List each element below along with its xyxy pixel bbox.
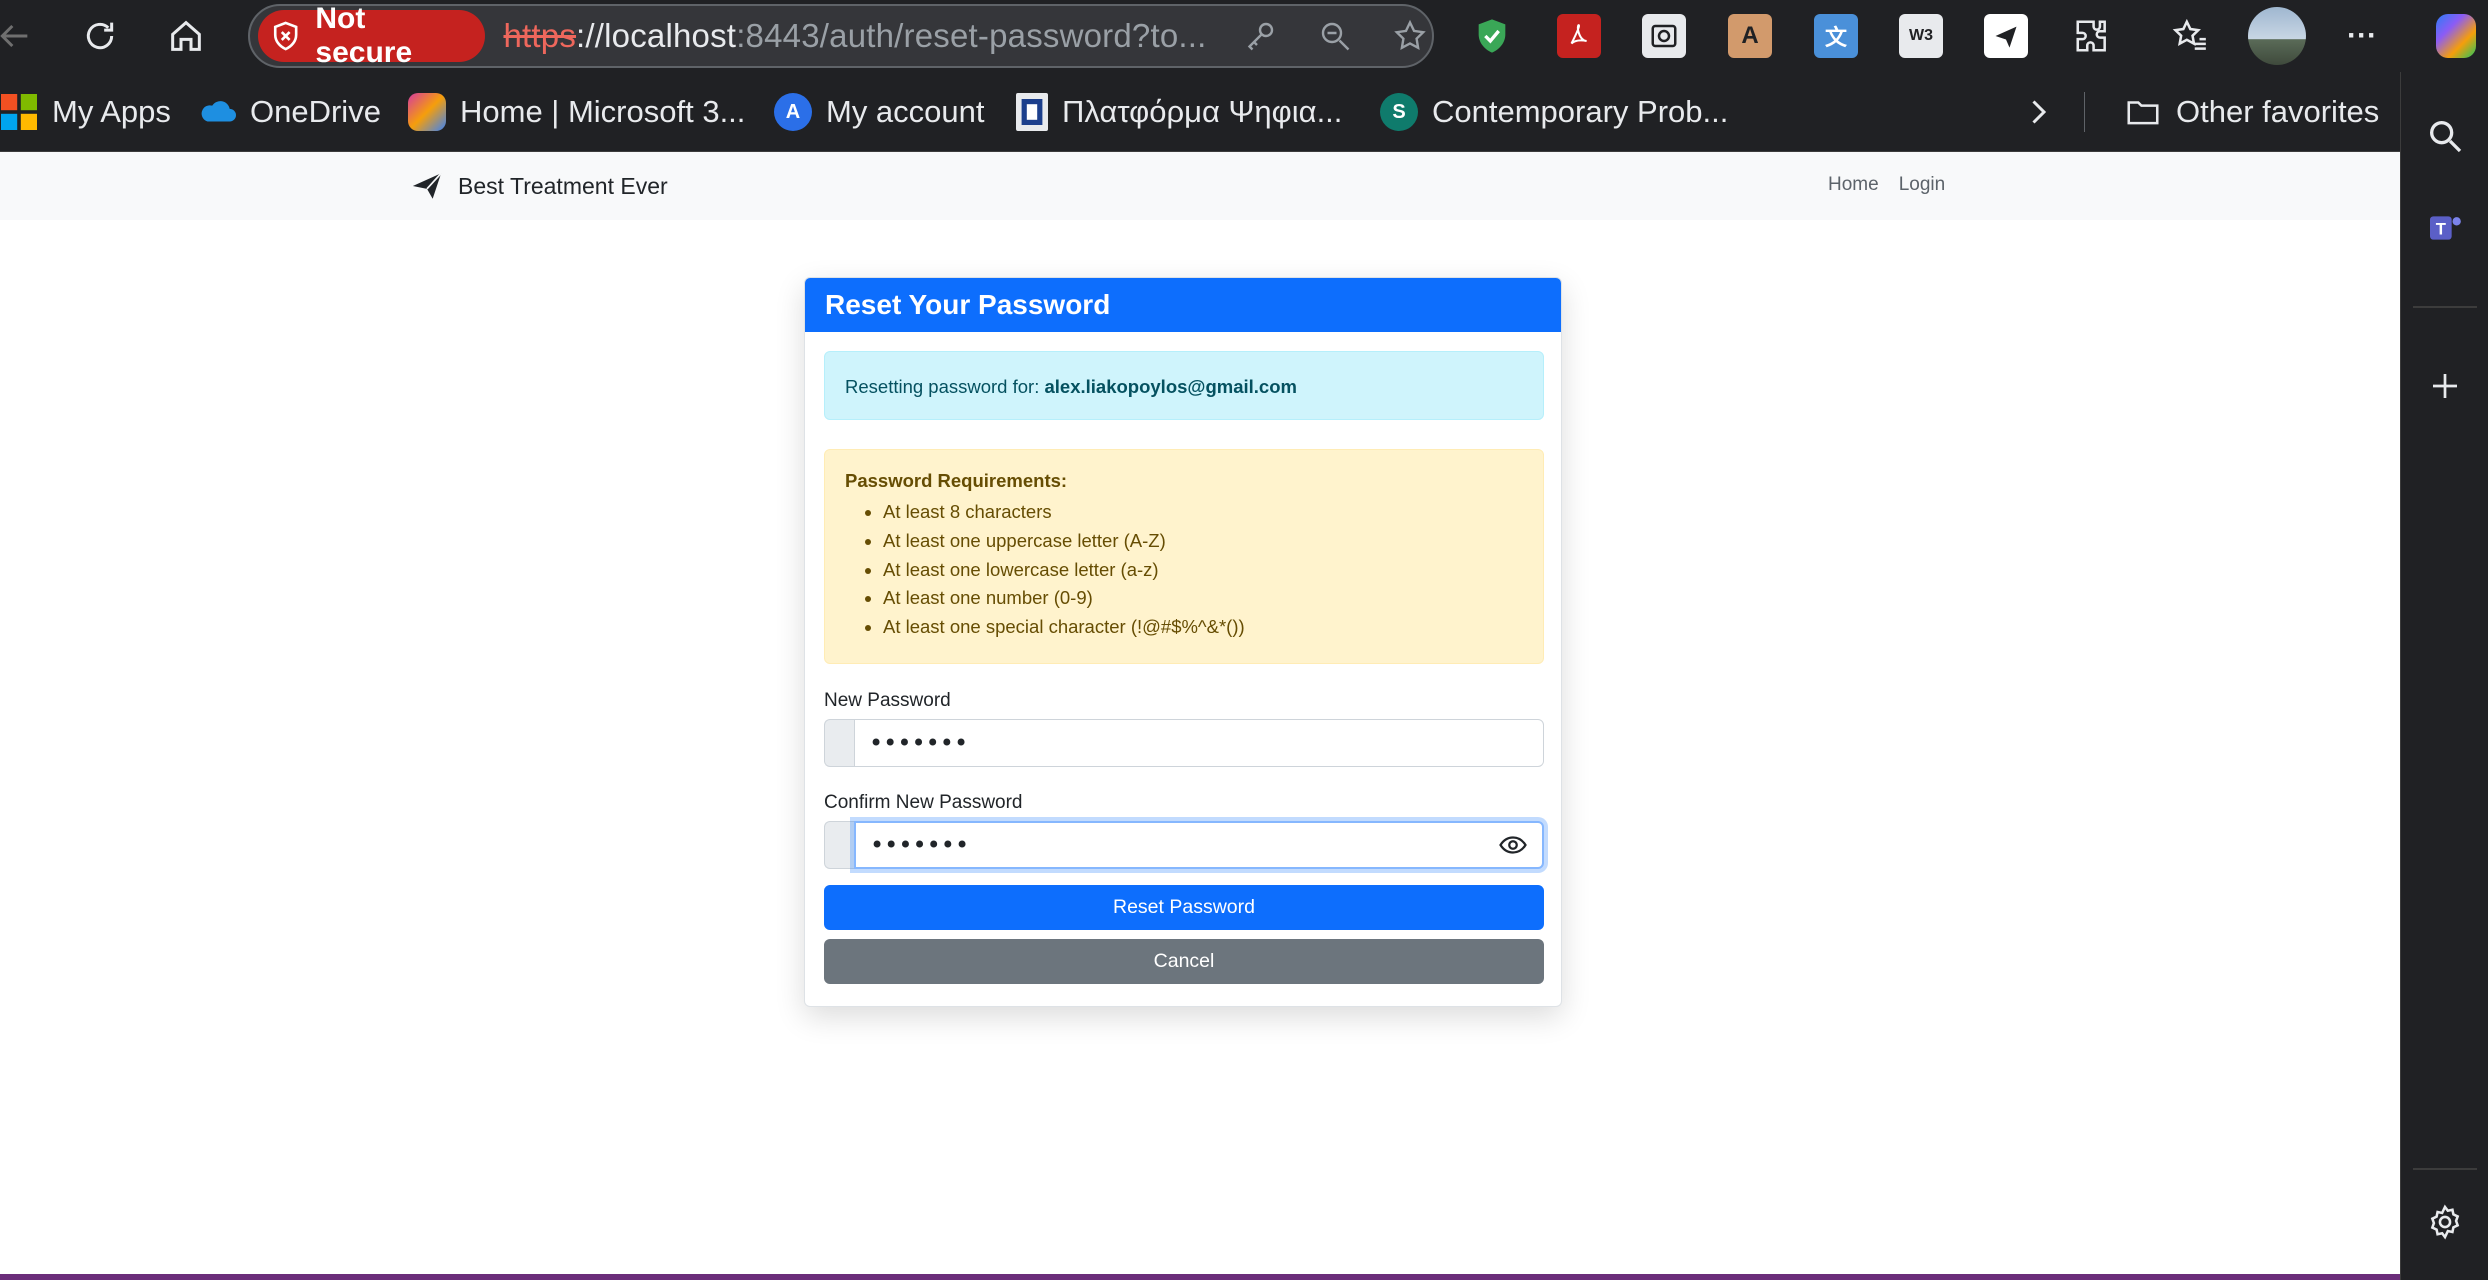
nav-link-home[interactable]: Home xyxy=(1828,174,1879,196)
favorite-star-icon[interactable] xyxy=(1389,14,1432,58)
browser-sidebar: T xyxy=(2400,72,2488,1280)
requirement-item: At least one number (0-9) xyxy=(883,584,1523,613)
new-password-group: ••••••• xyxy=(824,719,1544,767)
translate-extension-icon[interactable]: 文 xyxy=(1814,14,1858,58)
brand[interactable]: Best Treatment Ever xyxy=(410,166,668,206)
requirement-item: At least one uppercase letter (A-Z) xyxy=(883,527,1523,556)
microsoft365-icon xyxy=(408,93,446,131)
web-page: Best Treatment Ever Home Login Reset You… xyxy=(0,152,2400,1274)
requirement-item: At least one lowercase letter (a-z) xyxy=(883,556,1523,585)
new-password-addon xyxy=(824,719,854,767)
requirements-list: At least 8 characters At least one upper… xyxy=(883,498,1523,642)
shield-x-icon xyxy=(273,21,298,51)
requirements-title: Password Requirements: xyxy=(845,470,1068,491)
reset-password-button[interactable]: Reset Password xyxy=(824,885,1544,930)
url-text[interactable]: https://localhost:8443/auth/reset-passwo… xyxy=(503,17,1230,55)
sharepoint-icon: S xyxy=(1380,93,1418,131)
new-password-label: New Password xyxy=(824,690,951,711)
pdf-extension-icon[interactable] xyxy=(1557,14,1601,58)
sidebar-separator xyxy=(2413,306,2477,308)
bookmark-onedrive[interactable]: OneDrive xyxy=(198,92,381,132)
back-arrow-icon[interactable] xyxy=(0,12,38,60)
bookmark-contemporary[interactable]: S Contemporary Prob... xyxy=(1380,92,1728,132)
confirm-password-addon xyxy=(824,821,854,869)
bookmark-platform[interactable]: Πλατφόρμα Ψηφια... xyxy=(1016,92,1342,132)
settings-gear-icon[interactable] xyxy=(2421,1198,2469,1246)
search-icon[interactable] xyxy=(2421,112,2469,160)
bookmarks-divider xyxy=(2084,92,2085,132)
account-icon: A xyxy=(774,93,812,131)
confirm-password-input[interactable]: ••••••• xyxy=(854,821,1544,869)
bookmark-microsoft365[interactable]: Home | Microsoft 3... xyxy=(408,92,745,132)
browser-toolbar: Not secure https://localhost:8443/auth/r… xyxy=(0,0,2488,72)
onedrive-icon xyxy=(198,93,236,131)
reset-password-card: Reset Your Password Resetting password f… xyxy=(804,277,1562,1007)
more-menu-icon[interactable]: ··· xyxy=(2340,14,2384,58)
show-password-eye-icon[interactable] xyxy=(1498,830,1528,860)
reload-icon[interactable] xyxy=(76,12,124,60)
shield-check-extension-icon[interactable] xyxy=(1470,14,1514,58)
font-extension-icon[interactable]: A xyxy=(1728,14,1772,58)
cancel-button[interactable]: Cancel xyxy=(824,939,1544,984)
taskbar-edge xyxy=(0,1274,2400,1280)
key-icon[interactable] xyxy=(1238,14,1281,58)
web-clip-extension-icon[interactable] xyxy=(1642,14,1686,58)
confirm-password-label: Confirm New Password xyxy=(824,792,1023,813)
reset-email: alex.liakopoylos@gmail.com xyxy=(1044,376,1297,397)
not-secure-badge[interactable]: Not secure xyxy=(258,2,486,69)
reset-email-alert: Resetting password for: alex.liakopoylos… xyxy=(824,351,1544,420)
sidebar-separator xyxy=(2413,1168,2477,1170)
extensions-puzzle-icon[interactable] xyxy=(2070,14,2114,58)
nav-links: Home Login xyxy=(1828,174,1945,196)
requirement-item: At least 8 characters xyxy=(883,498,1523,527)
bookmarks-bar: My Apps OneDrive Home | Microsoft 3... A… xyxy=(0,72,2400,152)
copilot-icon[interactable] xyxy=(2436,14,2476,58)
folder-icon xyxy=(2124,93,2162,131)
password-requirements-alert: Password Requirements: At least 8 charac… xyxy=(824,449,1544,664)
nav-link-login[interactable]: Login xyxy=(1899,174,1946,196)
site-navbar: Best Treatment Ever Home Login xyxy=(0,152,2400,220)
bookmark-my-apps[interactable]: My Apps xyxy=(0,92,171,132)
platform-icon xyxy=(1016,93,1048,131)
send-extension-icon[interactable] xyxy=(1984,14,2028,58)
w3c-extension-icon[interactable]: W3 xyxy=(1899,14,1943,58)
ms-apps-icon xyxy=(0,93,38,131)
favorites-icon[interactable] xyxy=(2168,14,2212,58)
zoom-out-icon[interactable] xyxy=(1314,14,1357,58)
add-icon[interactable] xyxy=(2421,362,2469,410)
card-title: Reset Your Password xyxy=(805,278,1561,332)
confirm-password-group: ••••••• xyxy=(824,821,1544,869)
bookmark-other-favorites[interactable]: Other favorites xyxy=(2124,92,2379,132)
address-bar[interactable]: Not secure https://localhost:8443/auth/r… xyxy=(248,2,1434,69)
requirement-item: At least one special character (!@#$%^&*… xyxy=(883,613,1523,642)
svg-text:T: T xyxy=(2436,220,2446,239)
home-icon[interactable] xyxy=(162,12,210,60)
teams-icon[interactable]: T xyxy=(2421,204,2469,252)
paper-plane-icon xyxy=(412,172,442,199)
bookmarks-overflow-chevron-icon[interactable] xyxy=(2020,92,2056,132)
profile-avatar[interactable] xyxy=(2248,7,2306,65)
new-password-input[interactable]: ••••••• xyxy=(854,719,1544,767)
bookmark-my-account[interactable]: A My account xyxy=(774,92,985,132)
